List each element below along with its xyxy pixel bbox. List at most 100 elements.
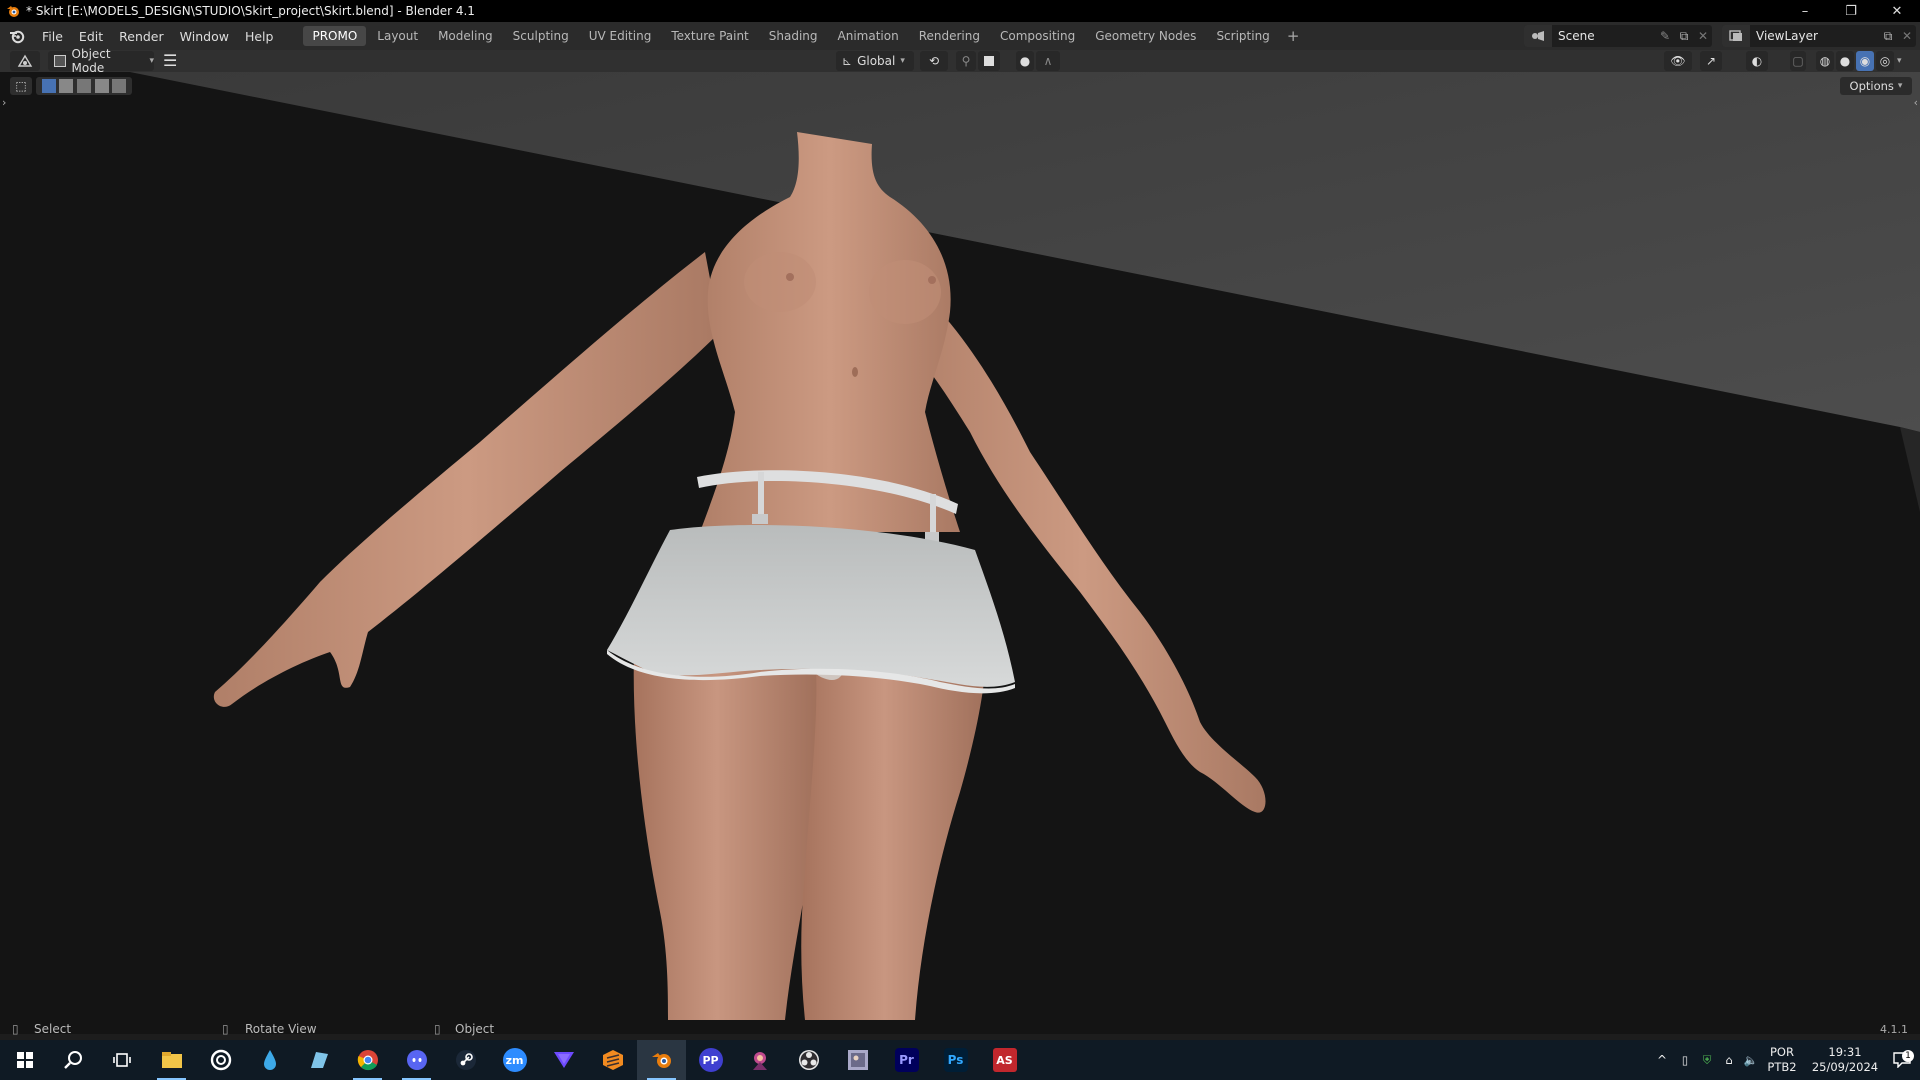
task-view-icon[interactable]	[98, 1040, 147, 1080]
hamburger-menu-icon[interactable]: ☰	[163, 51, 177, 71]
window-titlebar: * Skirt [E:\MODELS_DESIGN\STUDIO\Skirt_p…	[0, 0, 1920, 22]
proton-vpn-icon[interactable]	[539, 1040, 588, 1080]
tab-modeling[interactable]: Modeling	[429, 26, 502, 46]
status-select: Select	[34, 1022, 72, 1036]
notes-icon[interactable]	[294, 1040, 343, 1080]
game-icon[interactable]	[735, 1040, 784, 1080]
tab-rendering[interactable]: Rendering	[910, 26, 989, 46]
clock[interactable]: 19:31 25/09/2024	[1806, 1045, 1884, 1075]
tab-sculpting[interactable]: Sculpting	[504, 26, 578, 46]
menu-help[interactable]: Help	[237, 29, 282, 44]
sublime-icon[interactable]	[588, 1040, 637, 1080]
status-object: Object	[455, 1022, 495, 1036]
file-explorer-icon[interactable]	[147, 1040, 196, 1080]
delete-view-layer-icon[interactable]: ✕	[1898, 29, 1916, 43]
pin-icon[interactable]: ✎	[1656, 29, 1674, 43]
tab-geometry-nodes[interactable]: Geometry Nodes	[1086, 26, 1205, 46]
sidebar-toggle-icon[interactable]: ‹	[1914, 96, 1918, 109]
material-preview-icon[interactable]: ◉	[1856, 51, 1874, 71]
photo-app-icon[interactable]	[833, 1040, 882, 1080]
pp-app-icon[interactable]: PP	[686, 1040, 735, 1080]
object-mode-icon	[54, 55, 66, 67]
overlays-icon[interactable]: ◐	[1746, 51, 1768, 71]
visibility-icon[interactable]: 👁	[1664, 51, 1692, 71]
tab-animation[interactable]: Animation	[829, 26, 908, 46]
object-mode-dropdown[interactable]: Object Mode ▾	[48, 47, 154, 75]
add-workspace-button[interactable]: +	[1281, 27, 1306, 45]
intersect-selection-icon[interactable]	[112, 79, 127, 93]
extend-selection-icon[interactable]	[59, 79, 74, 93]
steam-icon[interactable]	[441, 1040, 490, 1080]
menu-edit[interactable]: Edit	[71, 29, 111, 44]
options-label: Options	[1849, 79, 1894, 93]
davinci-resolve-icon[interactable]	[196, 1040, 245, 1080]
blender-taskbar-icon[interactable]	[637, 1040, 686, 1080]
scene-browse-icon[interactable]	[1524, 25, 1552, 47]
security-icon[interactable]: ⛨	[1696, 1053, 1718, 1068]
blender-menu-icon[interactable]	[4, 22, 30, 50]
workspace-tabs: PROMO Layout Modeling Sculpting UV Editi…	[303, 26, 1307, 46]
falloff-icon[interactable]: ∧	[1036, 51, 1060, 71]
viewport-scene	[0, 72, 1920, 1034]
toolbar-toggle-icon[interactable]: ›	[2, 96, 6, 109]
volume-icon[interactable]: 🔈	[1740, 1053, 1762, 1067]
zoom-label: zm	[502, 1048, 527, 1072]
view-layer-selector: ViewLayer ⧉ ✕	[1722, 25, 1916, 47]
windows-start-icon[interactable]	[0, 1040, 49, 1080]
rendered-shading-icon[interactable]: ◎	[1876, 51, 1894, 71]
obs-icon[interactable]	[784, 1040, 833, 1080]
invert-selection-icon[interactable]	[94, 79, 109, 93]
snap-target-icon[interactable]	[978, 51, 1000, 71]
tab-shading[interactable]: Shading	[760, 26, 827, 46]
photoshop-label: Ps	[943, 1048, 968, 1072]
photoshop-icon[interactable]: Ps	[931, 1040, 980, 1080]
minimize-button[interactable]: –	[1782, 0, 1828, 22]
tab-uv-editing[interactable]: UV Editing	[580, 26, 661, 46]
chevron-down-icon[interactable]: ▾	[1897, 56, 1902, 66]
scene-name-field[interactable]: Scene	[1552, 29, 1656, 43]
menu-render[interactable]: Render	[111, 29, 172, 44]
pivot-point-icon[interactable]: ⟲	[920, 51, 948, 71]
ink-drop-icon[interactable]	[245, 1040, 294, 1080]
zoom-icon[interactable]: zm	[490, 1040, 539, 1080]
tab-scripting[interactable]: Scripting	[1207, 26, 1278, 46]
search-icon[interactable]	[49, 1040, 98, 1080]
options-dropdown[interactable]: Options ▾	[1840, 77, 1912, 95]
tab-promo[interactable]: PROMO	[303, 26, 367, 46]
new-view-layer-icon[interactable]: ⧉	[1878, 29, 1898, 44]
clock-time: 19:31	[1828, 1045, 1862, 1059]
as-app-icon[interactable]: AS	[980, 1040, 1029, 1080]
proportional-edit-icon[interactable]: ●	[1016, 51, 1034, 71]
scene-selector: Scene ✎ ⧉ ✕	[1524, 25, 1712, 47]
view-layer-browse-icon[interactable]	[1722, 25, 1750, 47]
gizmo-icon[interactable]: ↗	[1700, 51, 1722, 71]
close-button[interactable]: ✕	[1874, 0, 1920, 22]
delete-scene-icon[interactable]: ✕	[1694, 29, 1712, 43]
language-indicator[interactable]: POR PTB2	[1762, 1045, 1802, 1075]
solid-shading-icon[interactable]: ●	[1836, 51, 1854, 71]
tab-texture-paint[interactable]: Texture Paint	[662, 26, 757, 46]
transform-orientation-dropdown[interactable]: ⊾ Global ▾	[836, 51, 914, 71]
discord-icon[interactable]	[392, 1040, 441, 1080]
menu-file[interactable]: File	[34, 29, 71, 44]
tab-layout[interactable]: Layout	[368, 26, 427, 46]
tab-compositing[interactable]: Compositing	[991, 26, 1084, 46]
show-hidden-icons-icon[interactable]: ^	[1650, 1053, 1674, 1067]
xray-icon[interactable]: ▢	[1790, 51, 1806, 71]
notifications-icon[interactable]: 1	[1884, 1050, 1920, 1068]
battery-icon[interactable]: ▯	[1674, 1053, 1696, 1067]
select-tool-icon[interactable]: ⬚	[10, 77, 32, 95]
set-new-selection-icon[interactable]	[41, 79, 56, 93]
network-icon[interactable]: ⌂	[1718, 1053, 1740, 1067]
new-scene-icon[interactable]: ⧉	[1674, 29, 1694, 44]
view-layer-name-field[interactable]: ViewLayer	[1750, 29, 1878, 43]
snap-icon[interactable]: ⚲	[956, 51, 976, 71]
premiere-pro-icon[interactable]: Pr	[882, 1040, 931, 1080]
3d-viewport[interactable]: › ‹	[0, 72, 1920, 1034]
subtract-selection-icon[interactable]	[76, 79, 91, 93]
restore-button[interactable]: ❐	[1828, 0, 1874, 22]
chrome-icon[interactable]	[343, 1040, 392, 1080]
menu-window[interactable]: Window	[172, 29, 237, 44]
wireframe-shading-icon[interactable]: ◍	[1816, 51, 1834, 71]
editor-type-icon[interactable]	[10, 51, 40, 71]
